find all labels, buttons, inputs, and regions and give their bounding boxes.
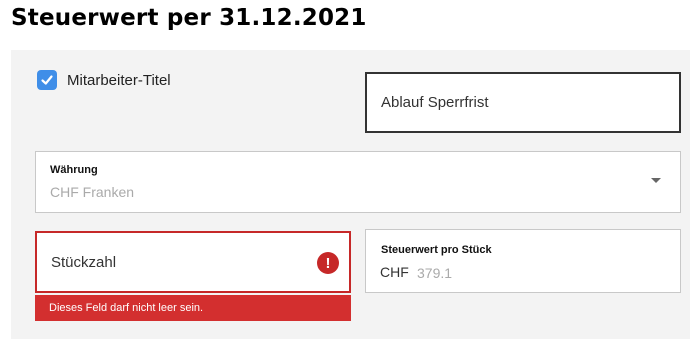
steuerwert-value: 379.1 [417,265,453,281]
mitarbeiter-checkbox[interactable] [37,70,57,90]
waehrung-select[interactable]: Währung CHF Franken [35,151,681,213]
chevron-down-icon [651,178,661,183]
stueckzahl-placeholder: Stückzahl [51,253,117,271]
error-icon: ! [317,252,339,274]
ablauf-sperrfrist-placeholder: Ablauf Sperrfrist [381,94,489,111]
page-title: Steuerwert per 31.12.2021 [11,5,367,31]
mitarbeiter-checkbox-row[interactable]: Mitarbeiter-Titel [37,70,171,90]
waehrung-value: CHF Franken [50,184,135,200]
stueckzahl-input[interactable]: Stückzahl ! [35,231,351,293]
checkmark-icon [41,75,53,85]
ablauf-sperrfrist-field[interactable]: Ablauf Sperrfrist [365,72,681,133]
steuerwert-label: Steuerwert pro Stück [381,244,492,256]
stueckzahl-error-message: Dieses Feld darf nicht leer sein. [35,295,351,321]
steuerwert-pro-stueck-field: Steuerwert pro Stück CHF 379.1 [365,229,681,293]
mitarbeiter-label: Mitarbeiter-Titel [67,71,171,89]
steuerwert-currency: CHF [380,264,409,280]
waehrung-label: Währung [50,164,98,176]
